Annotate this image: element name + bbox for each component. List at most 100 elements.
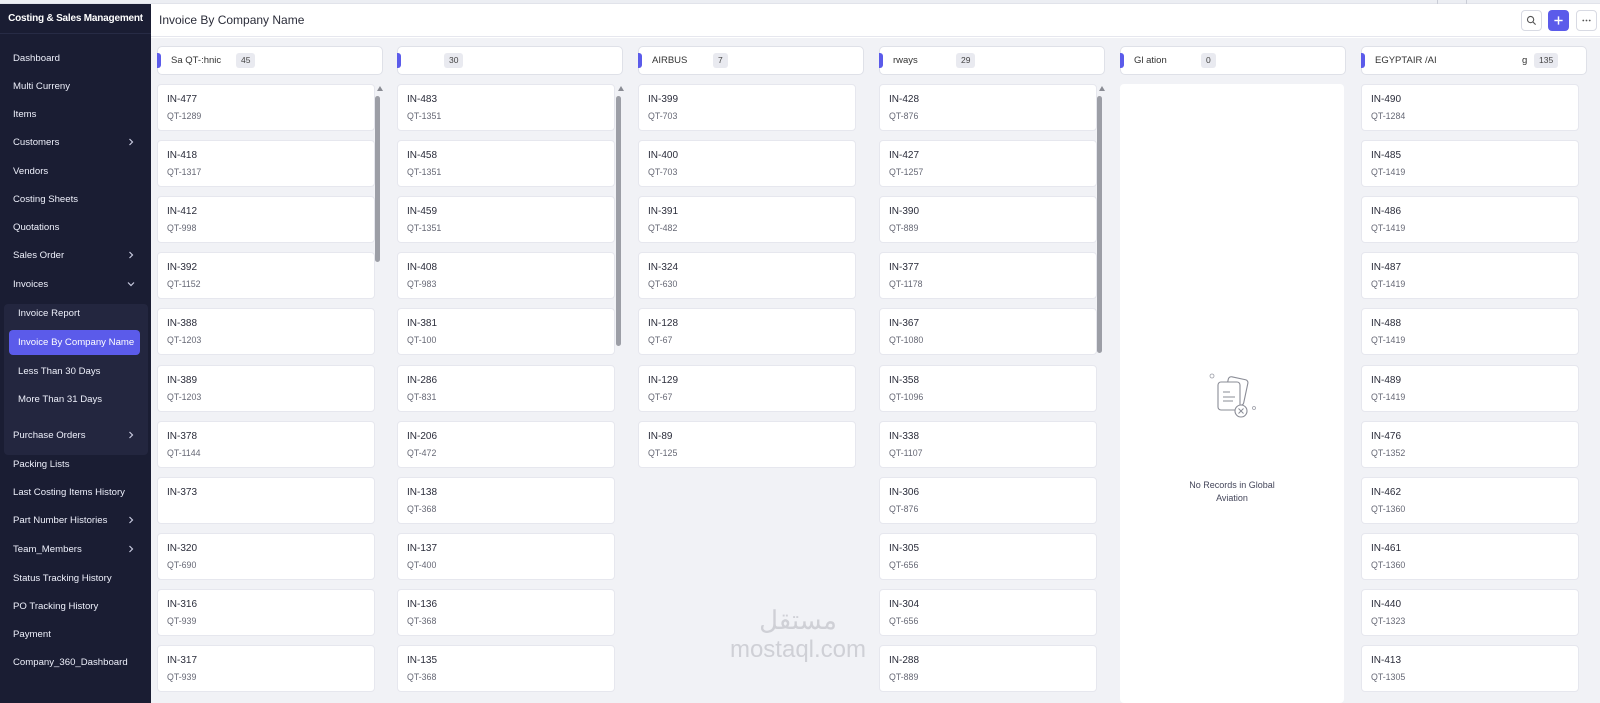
column-header[interactable]: Gl ation 0 [1120,46,1346,75]
sidebar-subitem-less-than-30-days[interactable]: Less Than 30 Days [9,359,140,384]
column-header[interactable]: AIRBUS 7 [638,46,864,75]
invoice-card[interactable]: IN-477 QT-1289 [157,84,375,131]
invoice-card[interactable]: IN-489 QT-1419 [1361,365,1579,412]
sidebar-item-items[interactable]: Items [0,102,151,126]
invoice-card[interactable]: IN-440 QT-1323 [1361,589,1579,636]
column-header[interactable]: 30 [397,46,623,75]
invoice-card[interactable]: IN-367 QT-1080 [879,308,1097,355]
invoice-card[interactable]: IN-286 QT-831 [397,365,615,412]
invoice-card[interactable]: IN-388 QT-1203 [157,308,375,355]
invoice-card[interactable]: IN-462 QT-1360 [1361,477,1579,524]
invoice-card[interactable]: IN-418 QT-1317 [157,140,375,187]
sidebar-item-vendors[interactable]: Vendors [0,159,151,183]
invoice-card[interactable]: IN-485 QT-1419 [1361,140,1579,187]
sidebar-item-multi-curreny[interactable]: Multi Curreny [0,74,151,98]
invoice-card[interactable]: IN-129 QT-67 [638,365,856,412]
sidebar-item-status-tracking-history[interactable]: Status Tracking History [0,566,151,590]
invoice-card[interactable]: IN-428 QT-876 [879,84,1097,131]
sidebar-subitem-invoice-by-company-name[interactable]: Invoice By Company Name [9,330,140,355]
invoice-card[interactable]: IN-288 QT-889 [879,645,1097,692]
scrollbar-thumb[interactable] [1097,96,1102,353]
sidebar-item-part-number-histories[interactable]: Part Number Histories [0,508,151,532]
invoice-card[interactable]: IN-128 QT-67 [638,308,856,355]
search-button[interactable] [1521,10,1542,31]
quotation-number: QT-67 [648,335,673,345]
scroll-up-arrow[interactable] [1098,86,1105,91]
invoice-card[interactable]: IN-400 QT-703 [638,140,856,187]
invoice-card[interactable]: IN-137 QT-400 [397,533,615,580]
invoice-card[interactable]: IN-320 QT-690 [157,533,375,580]
invoice-card[interactable]: IN-476 QT-1352 [1361,421,1579,468]
invoice-card[interactable]: IN-459 QT-1351 [397,196,615,243]
invoice-card[interactable]: IN-89 QT-125 [638,421,856,468]
invoice-number: IN-367 [889,318,920,329]
invoice-card[interactable]: IN-389 QT-1203 [157,365,375,412]
sidebar-item-team-members[interactable]: Team_Members [0,537,151,561]
scrollbar-thumb[interactable] [616,96,621,346]
sidebar-item-last-costing-items-history[interactable]: Last Costing Items History [0,480,151,504]
invoice-card[interactable]: IN-324 QT-630 [638,252,856,299]
invoice-card[interactable]: IN-377 QT-1178 [879,252,1097,299]
invoice-card[interactable]: IN-427 QT-1257 [879,140,1097,187]
invoice-card[interactable]: IN-304 QT-656 [879,589,1097,636]
sidebar-subitem-invoice-report[interactable]: Invoice Report [9,301,140,326]
sidebar-item-company-360-dashboard[interactable]: Company_360_Dashboard [0,650,151,674]
invoice-card[interactable]: IN-390 QT-889 [879,196,1097,243]
sidebar-item-payment[interactable]: Payment [0,622,151,646]
sidebar-item-purchase-orders[interactable]: Purchase Orders [0,423,151,447]
sidebar-item-invoices[interactable]: Invoices [0,272,151,296]
board-column: Sa QT-:hnic 45 IN-477 QT-1289 IN-418 QT-1317 I… [151,38,383,703]
sidebar-item-costing-sheets[interactable]: Costing Sheets [0,187,151,211]
invoice-card[interactable]: IN-458 QT-1351 [397,140,615,187]
invoice-card[interactable]: IN-488 QT-1419 [1361,308,1579,355]
quotation-number: QT-939 [167,672,197,682]
sidebar-item-quotations[interactable]: Quotations [0,215,151,239]
quotation-number: QT-889 [889,223,919,233]
invoice-card[interactable]: IN-461 QT-1360 [1361,533,1579,580]
scroll-up-arrow[interactable] [617,86,624,91]
invoice-card[interactable]: IN-381 QT-100 [397,308,615,355]
invoice-card[interactable]: IN-486 QT-1419 [1361,196,1579,243]
invoice-card[interactable]: IN-408 QT-983 [397,252,615,299]
invoice-card[interactable]: IN-316 QT-939 [157,589,375,636]
invoice-card[interactable]: IN-391 QT-482 [638,196,856,243]
sidebar-item-customers[interactable]: Customers [0,130,151,154]
invoice-card[interactable]: IN-135 QT-368 [397,645,615,692]
scrollbar-thumb[interactable] [375,96,380,262]
column-count-badge: 7 [713,53,728,68]
scroll-up-arrow[interactable] [376,86,383,91]
invoice-card[interactable]: IN-413 QT-1305 [1361,645,1579,692]
more-button[interactable] [1576,10,1597,31]
column-header[interactable]: EGYPTAIR /AI g 135 [1361,46,1587,75]
invoice-card[interactable]: IN-378 QT-1144 [157,421,375,468]
invoice-card[interactable]: IN-412 QT-998 [157,196,375,243]
quotation-number: QT-1419 [1371,167,1406,177]
quotation-number: QT-703 [648,111,678,121]
sidebar-item-sales-order[interactable]: Sales Order [0,243,151,267]
sidebar-subitem-more-than-31-days[interactable]: More Than 31 Days [9,387,140,412]
column-name: AIRBUS [652,55,688,66]
invoice-card[interactable]: IN-373 [157,477,375,524]
invoice-card[interactable]: IN-136 QT-368 [397,589,615,636]
invoice-card[interactable]: IN-358 QT-1096 [879,365,1097,412]
invoice-card[interactable]: IN-399 QT-703 [638,84,856,131]
invoice-card[interactable]: IN-138 QT-368 [397,477,615,524]
invoice-number: IN-317 [167,655,198,666]
invoice-card[interactable]: IN-338 QT-1107 [879,421,1097,468]
sidebar-item-dashboard[interactable]: Dashboard [0,46,151,70]
invoice-card[interactable]: IN-206 QT-472 [397,421,615,468]
invoice-card[interactable]: IN-483 QT-1351 [397,84,615,131]
column-header[interactable]: Sa QT-:hnic 45 [157,46,383,75]
invoice-card[interactable]: IN-306 QT-876 [879,477,1097,524]
column-name: Sa QT-:hnic [171,55,222,66]
invoice-card[interactable]: IN-487 QT-1419 [1361,252,1579,299]
column-header[interactable]: rways 29 [879,46,1105,75]
invoice-number: IN-390 [889,206,920,217]
invoice-card[interactable]: IN-490 QT-1284 [1361,84,1579,131]
invoice-card[interactable]: IN-317 QT-939 [157,645,375,692]
invoice-card[interactable]: IN-392 QT-1152 [157,252,375,299]
sidebar-item-po-tracking-history[interactable]: PO Tracking History [0,594,151,618]
add-button[interactable] [1548,10,1569,31]
invoice-card[interactable]: IN-305 QT-656 [879,533,1097,580]
sidebar-item-packing-lists[interactable]: Packing Lists [0,452,151,476]
